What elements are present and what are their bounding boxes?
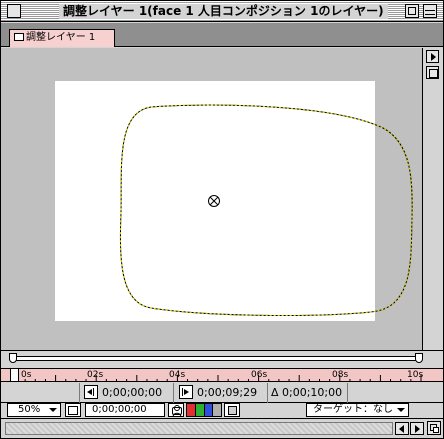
tick-label: 06s [251, 370, 268, 380]
horizontal-scrollbar[interactable] [1, 418, 443, 438]
channel-buttons [186, 403, 222, 417]
time-ruler[interactable]: 0s 02s 04s 06s 08s 10s [1, 368, 443, 382]
red-channel-button[interactable] [187, 404, 196, 416]
tick-label: 08s [332, 370, 349, 380]
target-label: ターゲット：なし [313, 404, 393, 415]
tick-label: 10s [407, 370, 424, 380]
divider [267, 383, 268, 403]
scroll-right-button[interactable] [410, 422, 424, 435]
scroll-track[interactable] [5, 422, 393, 435]
title-bar[interactable]: 調整レイヤー 1(face 1 人目コンポジション 1のレイヤー) [1, 1, 443, 22]
window-title: 調整レイヤー 1(face 1 人目コンポジション 1のレイヤー) [59, 4, 388, 19]
out-point-time: 0;00;09;29 [197, 386, 258, 399]
tick-label: 0s [21, 370, 32, 380]
zoom-value: 50% [18, 404, 41, 415]
layer-window: 調整レイヤー 1(face 1 人目コンポジション 1のレイヤー) 調整レイヤー… [0, 0, 444, 439]
resize-grip-icon[interactable] [427, 421, 441, 435]
green-channel-button[interactable] [195, 404, 205, 416]
alpha-channel-button[interactable] [213, 404, 221, 416]
tick-label: 02s [87, 370, 104, 380]
set-out-point-button[interactable] [179, 385, 193, 399]
mask-overlay [119, 104, 413, 316]
work-area-track [1, 350, 443, 368]
layer-viewer[interactable] [1, 48, 422, 350]
panel-expand-icon[interactable] [426, 50, 439, 63]
region-of-interest-button[interactable] [224, 403, 240, 417]
time-controls: 0;00;00;00 0;00;09;29 Δ 0;00;10;00 [1, 383, 443, 403]
current-time-display[interactable]: 0;00;00;00 [85, 403, 165, 417]
collapse-box[interactable] [423, 4, 437, 18]
zoom-box[interactable] [405, 4, 419, 18]
mask-path[interactable] [119, 104, 413, 316]
tab-row: 調整レイヤー 1 [1, 23, 443, 47]
ruler-ticks [14, 375, 422, 382]
target-popup[interactable]: ターゲット：なし [306, 403, 409, 417]
work-area-end-handle[interactable] [415, 353, 423, 363]
safe-zones-button[interactable] [65, 403, 81, 417]
current-time-value: 0;00;00;00 [92, 404, 147, 415]
tab-label: 調整レイヤー 1 [26, 32, 96, 43]
layer-icon [14, 33, 24, 41]
show-snapshot-icon[interactable] [172, 405, 182, 417]
view-controls: 50% 0;00;00;00 ターゲット：なし [1, 403, 443, 418]
dropdown-arrow-icon [49, 408, 57, 412]
magnification-popup[interactable]: 50% [7, 403, 61, 417]
divider [173, 383, 174, 403]
current-time-indicator[interactable] [10, 368, 19, 382]
tab-layer[interactable]: 調整レイヤー 1 [9, 29, 115, 47]
duration-time: Δ 0;00;10;00 [271, 386, 343, 399]
work-area-bar[interactable] [12, 356, 420, 361]
in-point-time: 0;00;00;00 [102, 386, 163, 399]
tick-label: 04s [169, 370, 186, 380]
dropdown-arrow-icon [397, 408, 405, 412]
anchor-point-icon[interactable] [208, 195, 220, 207]
right-strip [422, 48, 443, 350]
divider [347, 383, 348, 403]
panel-menu-icon[interactable] [426, 66, 439, 79]
blue-channel-button[interactable] [204, 404, 214, 416]
divider [79, 383, 80, 403]
scroll-left-button[interactable] [395, 422, 409, 435]
work-area-start-handle[interactable] [9, 353, 17, 363]
close-box[interactable] [7, 4, 21, 18]
set-in-point-button[interactable] [84, 385, 98, 399]
